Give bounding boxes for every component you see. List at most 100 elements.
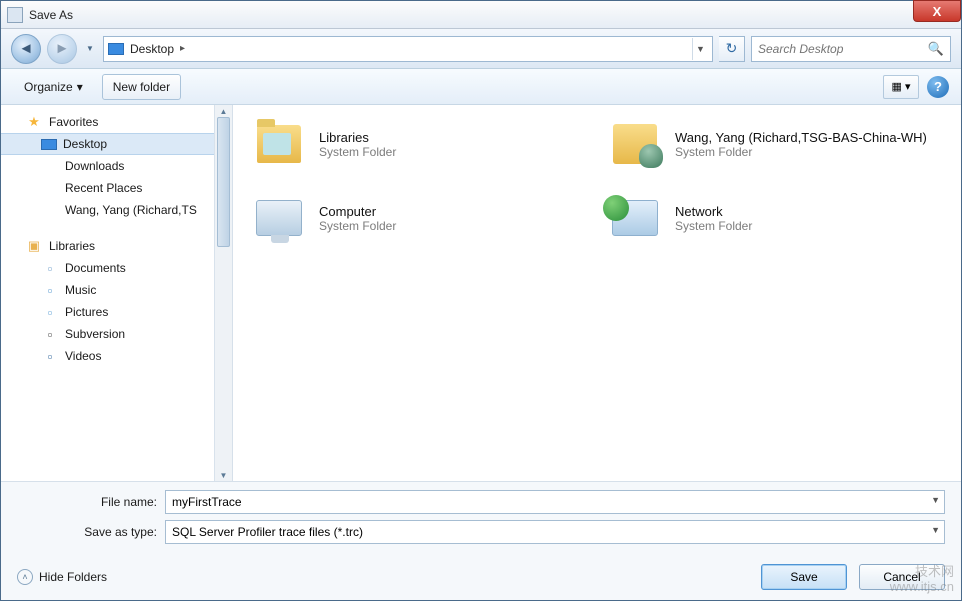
address-bar[interactable]: Desktop ▸ ▼ [103,36,713,62]
save-as-dialog: Save As X ◄ ► ▼ Desktop ▸ ▼ ↻ 🔍 Organize… [0,0,962,601]
navigation-pane: ★ Favorites Desktop Downloads Recent Place… [1,105,214,481]
star-icon: ★ [25,114,43,130]
folder-item-network[interactable]: NetworkSystem Folder [607,193,943,243]
sidebar-item-label: Recent Places [65,181,142,195]
help-icon: ? [934,79,942,94]
chevron-up-icon: ˄ [17,569,33,585]
sidebar-item-wang-yang-richard-ts[interactable]: Wang, Yang (Richard,TS [1,199,214,221]
cancel-button[interactable]: Cancel [859,564,945,590]
chevron-down-icon: ▾ [905,80,911,93]
scroll-down-icon[interactable]: ▼ [215,469,232,481]
svn-icon: ▫ [41,326,59,342]
item-name: Computer [319,204,396,219]
net-icon [607,193,663,243]
sidebar-item-recent-places[interactable]: Recent Places [1,177,214,199]
filename-field[interactable]: ▼ [165,490,945,514]
recent-icon [41,180,59,196]
doc-icon: ▫ [41,260,59,276]
address-dropdown[interactable]: ▼ [692,38,708,60]
organize-label: Organize [24,80,73,94]
filename-dropdown[interactable]: ▼ [931,495,940,505]
comp-icon [251,193,307,243]
new-folder-button[interactable]: New folder [102,74,181,100]
history-dropdown[interactable]: ▼ [83,34,97,64]
footer: ˄ Hide Folders Save Cancel [1,554,961,600]
item-type: System Folder [675,219,752,233]
titlebar: Save As X [1,1,961,29]
dl-icon [41,158,59,174]
sidebar-item-subversion[interactable]: ▫ Subversion [1,323,214,345]
new-folder-label: New folder [113,80,170,94]
pic-icon: ▫ [41,304,59,320]
search-icon: 🔍 [928,41,944,57]
scroll-thumb[interactable] [217,117,230,247]
favorites-label: Favorites [49,115,98,129]
savetype-dropdown[interactable]: ▼ [931,525,940,535]
libraries-header[interactable]: ▣ Libraries [1,235,214,257]
sidebar-item-videos[interactable]: ▫ Videos [1,345,214,367]
search-box[interactable]: 🔍 [751,36,951,62]
sidebar-item-label: Music [65,283,96,297]
window-title: Save As [29,8,73,22]
filename-label: File name: [17,495,157,509]
item-name: Libraries [319,130,396,145]
folder-item-computer[interactable]: ComputerSystem Folder [251,193,587,243]
sidebar-item-label: Desktop [63,137,107,151]
item-type: System Folder [675,145,927,159]
savetype-label: Save as type: [17,525,157,539]
toolbar: Organize ▾ New folder ▦ ▾ ? [1,69,961,105]
sidebar-item-desktop[interactable]: Desktop [1,133,214,155]
filename-input[interactable] [172,495,938,509]
view-icon: ▦ [892,80,902,93]
hide-folders-toggle[interactable]: ˄ Hide Folders [17,569,107,585]
help-button[interactable]: ? [927,76,949,98]
sidebar-item-label: Downloads [65,159,124,173]
sidebar-item-label: Pictures [65,305,108,319]
sidebar-item-music[interactable]: ▫ Music [1,279,214,301]
item-name: Network [675,204,752,219]
sidebar-scrollbar[interactable]: ▲ ▼ [214,105,232,481]
sidebar-item-pictures[interactable]: ▫ Pictures [1,301,214,323]
close-button[interactable]: X [913,0,961,22]
user-icon [41,202,59,218]
savetype-field[interactable]: SQL Server Profiler trace files (*.trc) … [165,520,945,544]
form-area: File name: ▼ Save as type: SQL Server Pr… [1,481,961,554]
organize-button[interactable]: Organize ▾ [13,74,94,100]
sidebar-item-label: Subversion [65,327,125,341]
sidebar-item-documents[interactable]: ▫ Documents [1,257,214,279]
favorites-header[interactable]: ★ Favorites [1,111,214,133]
sidebar-item-label: Videos [65,349,101,363]
sidebar-item-downloads[interactable]: Downloads [1,155,214,177]
music-icon: ▫ [41,282,59,298]
app-icon [7,7,23,23]
chevron-down-icon: ▾ [77,80,83,94]
sidebar-item-label: Documents [65,261,126,275]
breadcrumb[interactable]: Desktop [130,42,174,56]
navigation-bar: ◄ ► ▼ Desktop ▸ ▼ ↻ 🔍 [1,29,961,69]
vid-icon: ▫ [41,348,59,364]
favorites-group: ★ Favorites Desktop Downloads Recent Place… [1,111,214,221]
folder-item-libraries[interactable]: LibrariesSystem Folder [251,119,587,169]
libraries-icon: ▣ [25,238,43,254]
libraries-group: ▣ Libraries ▫ Documents ▫ Music ▫ Pictures ▫ Su… [1,235,214,367]
search-input[interactable] [758,42,922,56]
scroll-up-icon[interactable]: ▲ [215,105,232,117]
save-button[interactable]: Save [761,564,847,590]
folder-item-wang-yang-richard-tsg-bas-china-wh-[interactable]: Wang, Yang (Richard,TSG-BAS-China-WH)Sys… [607,119,943,169]
sidebar-item-label: Wang, Yang (Richard,TS [65,203,197,217]
back-button[interactable]: ◄ [11,34,41,64]
view-options-button[interactable]: ▦ ▾ [883,75,919,99]
item-name: Wang, Yang (Richard,TSG-BAS-China-WH) [675,130,927,145]
desk-icon [41,139,57,150]
desktop-icon [108,43,124,55]
close-icon: X [933,4,942,19]
chevron-right-icon[interactable]: ▸ [180,43,185,54]
sidebar-container: ★ Favorites Desktop Downloads Recent Place… [1,105,233,481]
forward-button[interactable]: ► [47,34,77,64]
refresh-button[interactable]: ↻ [719,36,745,62]
dialog-body: ★ Favorites Desktop Downloads Recent Place… [1,105,961,481]
user-icon [607,119,663,169]
content-pane: LibrariesSystem FolderWang, Yang (Richar… [233,105,961,481]
item-type: System Folder [319,145,396,159]
libraries-label: Libraries [49,239,95,253]
